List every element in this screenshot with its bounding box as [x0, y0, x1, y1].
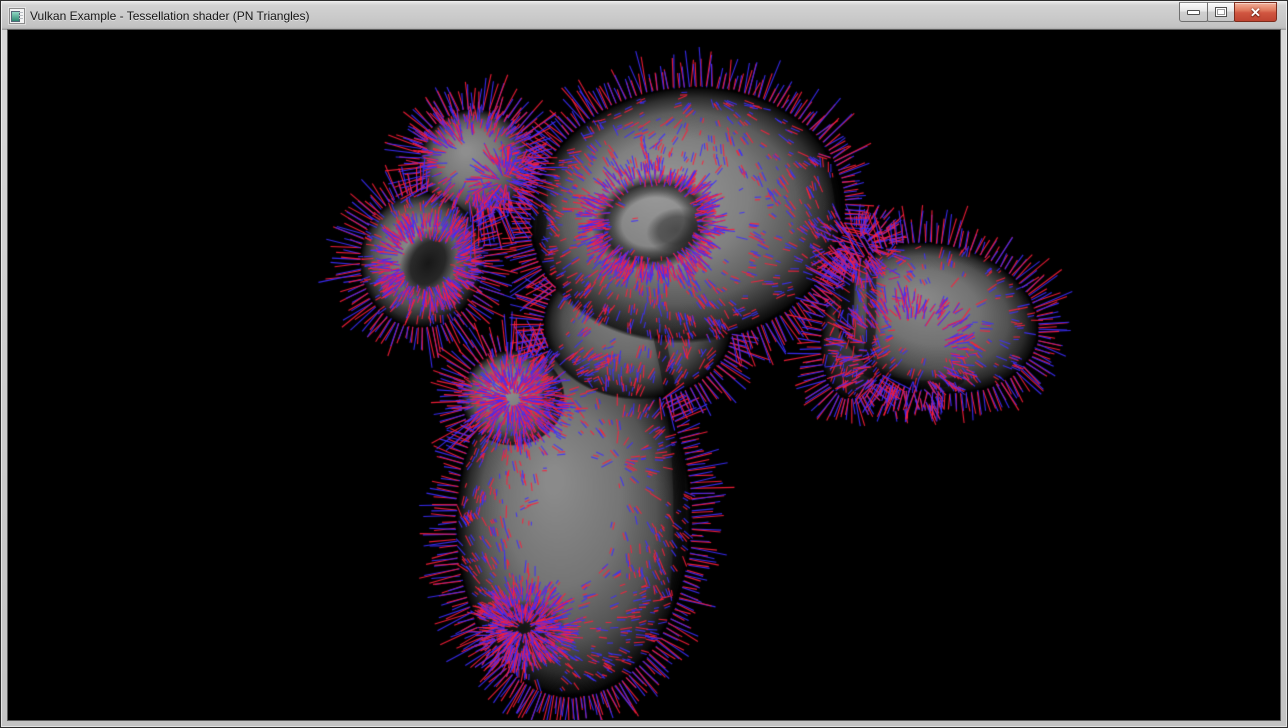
vulkan-render-canvas[interactable] — [8, 30, 1280, 720]
minimize-button[interactable] — [1179, 2, 1208, 22]
close-icon: ✕ — [1235, 3, 1276, 21]
maximize-icon — [1215, 7, 1227, 17]
maximize-button[interactable] — [1207, 2, 1235, 22]
minimize-icon — [1187, 10, 1200, 15]
titlebar[interactable]: Vulkan Example - Tessellation shader (PN… — [2, 2, 1286, 30]
application-icon[interactable] — [9, 8, 25, 24]
render-viewport — [8, 30, 1280, 720]
close-button[interactable]: ✕ — [1234, 2, 1277, 22]
window-title: Vulkan Example - Tessellation shader (PN… — [30, 9, 309, 23]
app-window: Vulkan Example - Tessellation shader (PN… — [0, 0, 1288, 728]
window-controls: ✕ — [1180, 2, 1277, 22]
